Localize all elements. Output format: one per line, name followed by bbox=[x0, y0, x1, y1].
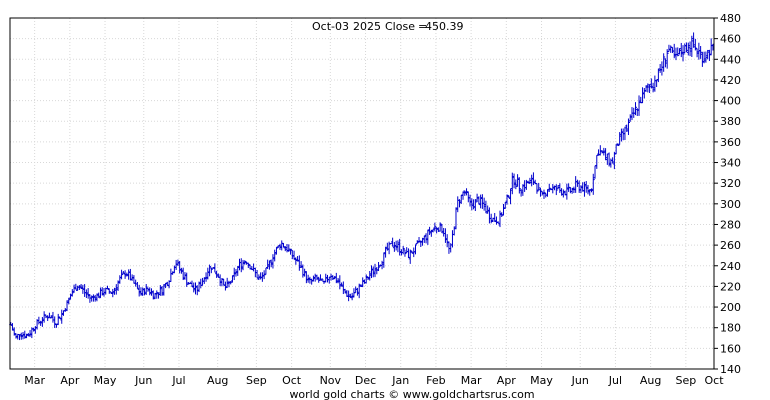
y-tick-label: 380 bbox=[720, 115, 741, 128]
x-tick-label: Aug bbox=[207, 374, 228, 387]
y-tick-label: 360 bbox=[720, 136, 741, 149]
header-date: Oct-03 bbox=[312, 20, 349, 33]
y-tick-label: 280 bbox=[720, 218, 741, 231]
x-tick-label: Oct bbox=[704, 374, 724, 387]
grid-lines bbox=[10, 18, 715, 369]
price-bars bbox=[9, 32, 715, 341]
x-tick-label: Apr bbox=[60, 374, 80, 387]
y-axis: 1401601802002202402602803003203403603804… bbox=[714, 12, 741, 376]
x-tick-label: Sep bbox=[246, 374, 267, 387]
x-tick-label: Mar bbox=[461, 374, 482, 387]
x-tick-label: Dec bbox=[355, 374, 376, 387]
y-tick-label: 420 bbox=[720, 74, 741, 87]
x-tick-label: Mar bbox=[24, 374, 45, 387]
header-close-label: Close bbox=[385, 20, 415, 33]
x-tick-label: Jun bbox=[571, 374, 589, 387]
y-tick-label: 180 bbox=[720, 322, 741, 335]
y-tick-label: 300 bbox=[720, 198, 741, 211]
header-year: 2025 bbox=[353, 20, 381, 33]
x-tick-label: May bbox=[94, 374, 117, 387]
x-tick-label: Aug bbox=[640, 374, 661, 387]
x-tick-label: Nov bbox=[320, 374, 342, 387]
y-tick-label: 460 bbox=[720, 33, 741, 46]
chart-container: 140 160 180 200 220 240 260 280 300 320 340 360 380 4… bbox=[0, 0, 770, 400]
y-tick-label: 440 bbox=[720, 53, 741, 66]
x-tick-label: Apr bbox=[497, 374, 517, 387]
footer-credit: world gold charts © www.goldchartsrus.co… bbox=[289, 388, 534, 400]
x-tick-label: Jul bbox=[171, 374, 185, 387]
y-tick-label: 260 bbox=[720, 239, 741, 252]
x-tick-label: Jan bbox=[391, 374, 409, 387]
price-chart: 1401601802002202402602803003203403603804… bbox=[9, 12, 741, 400]
y-tick-label: 320 bbox=[720, 177, 741, 190]
y-tick-label: 200 bbox=[720, 301, 741, 314]
x-tick-label: Sep bbox=[675, 374, 696, 387]
x-tick-label: Jul bbox=[608, 374, 622, 387]
x-axis: Mar Apr May Jun Jul Aug Sep Oct Nov Dec Jan Feb Mar A… bbox=[24, 374, 724, 387]
y-tick-label: 340 bbox=[720, 157, 741, 170]
y-tick-label: 240 bbox=[720, 260, 741, 273]
y-tick-label: 400 bbox=[720, 95, 741, 108]
y-tick-label: 160 bbox=[720, 342, 741, 355]
x-tick-label: May bbox=[530, 374, 553, 387]
x-tick-label: Jun bbox=[134, 374, 152, 387]
x-tick-label: Oct bbox=[282, 374, 302, 387]
header-close-value: 450.39 bbox=[425, 20, 464, 33]
y-tick-label: 480 bbox=[720, 12, 741, 25]
plot-frame bbox=[9, 17, 715, 370]
y-tick-label: 220 bbox=[720, 280, 741, 293]
x-tick-label: Feb bbox=[426, 374, 445, 387]
